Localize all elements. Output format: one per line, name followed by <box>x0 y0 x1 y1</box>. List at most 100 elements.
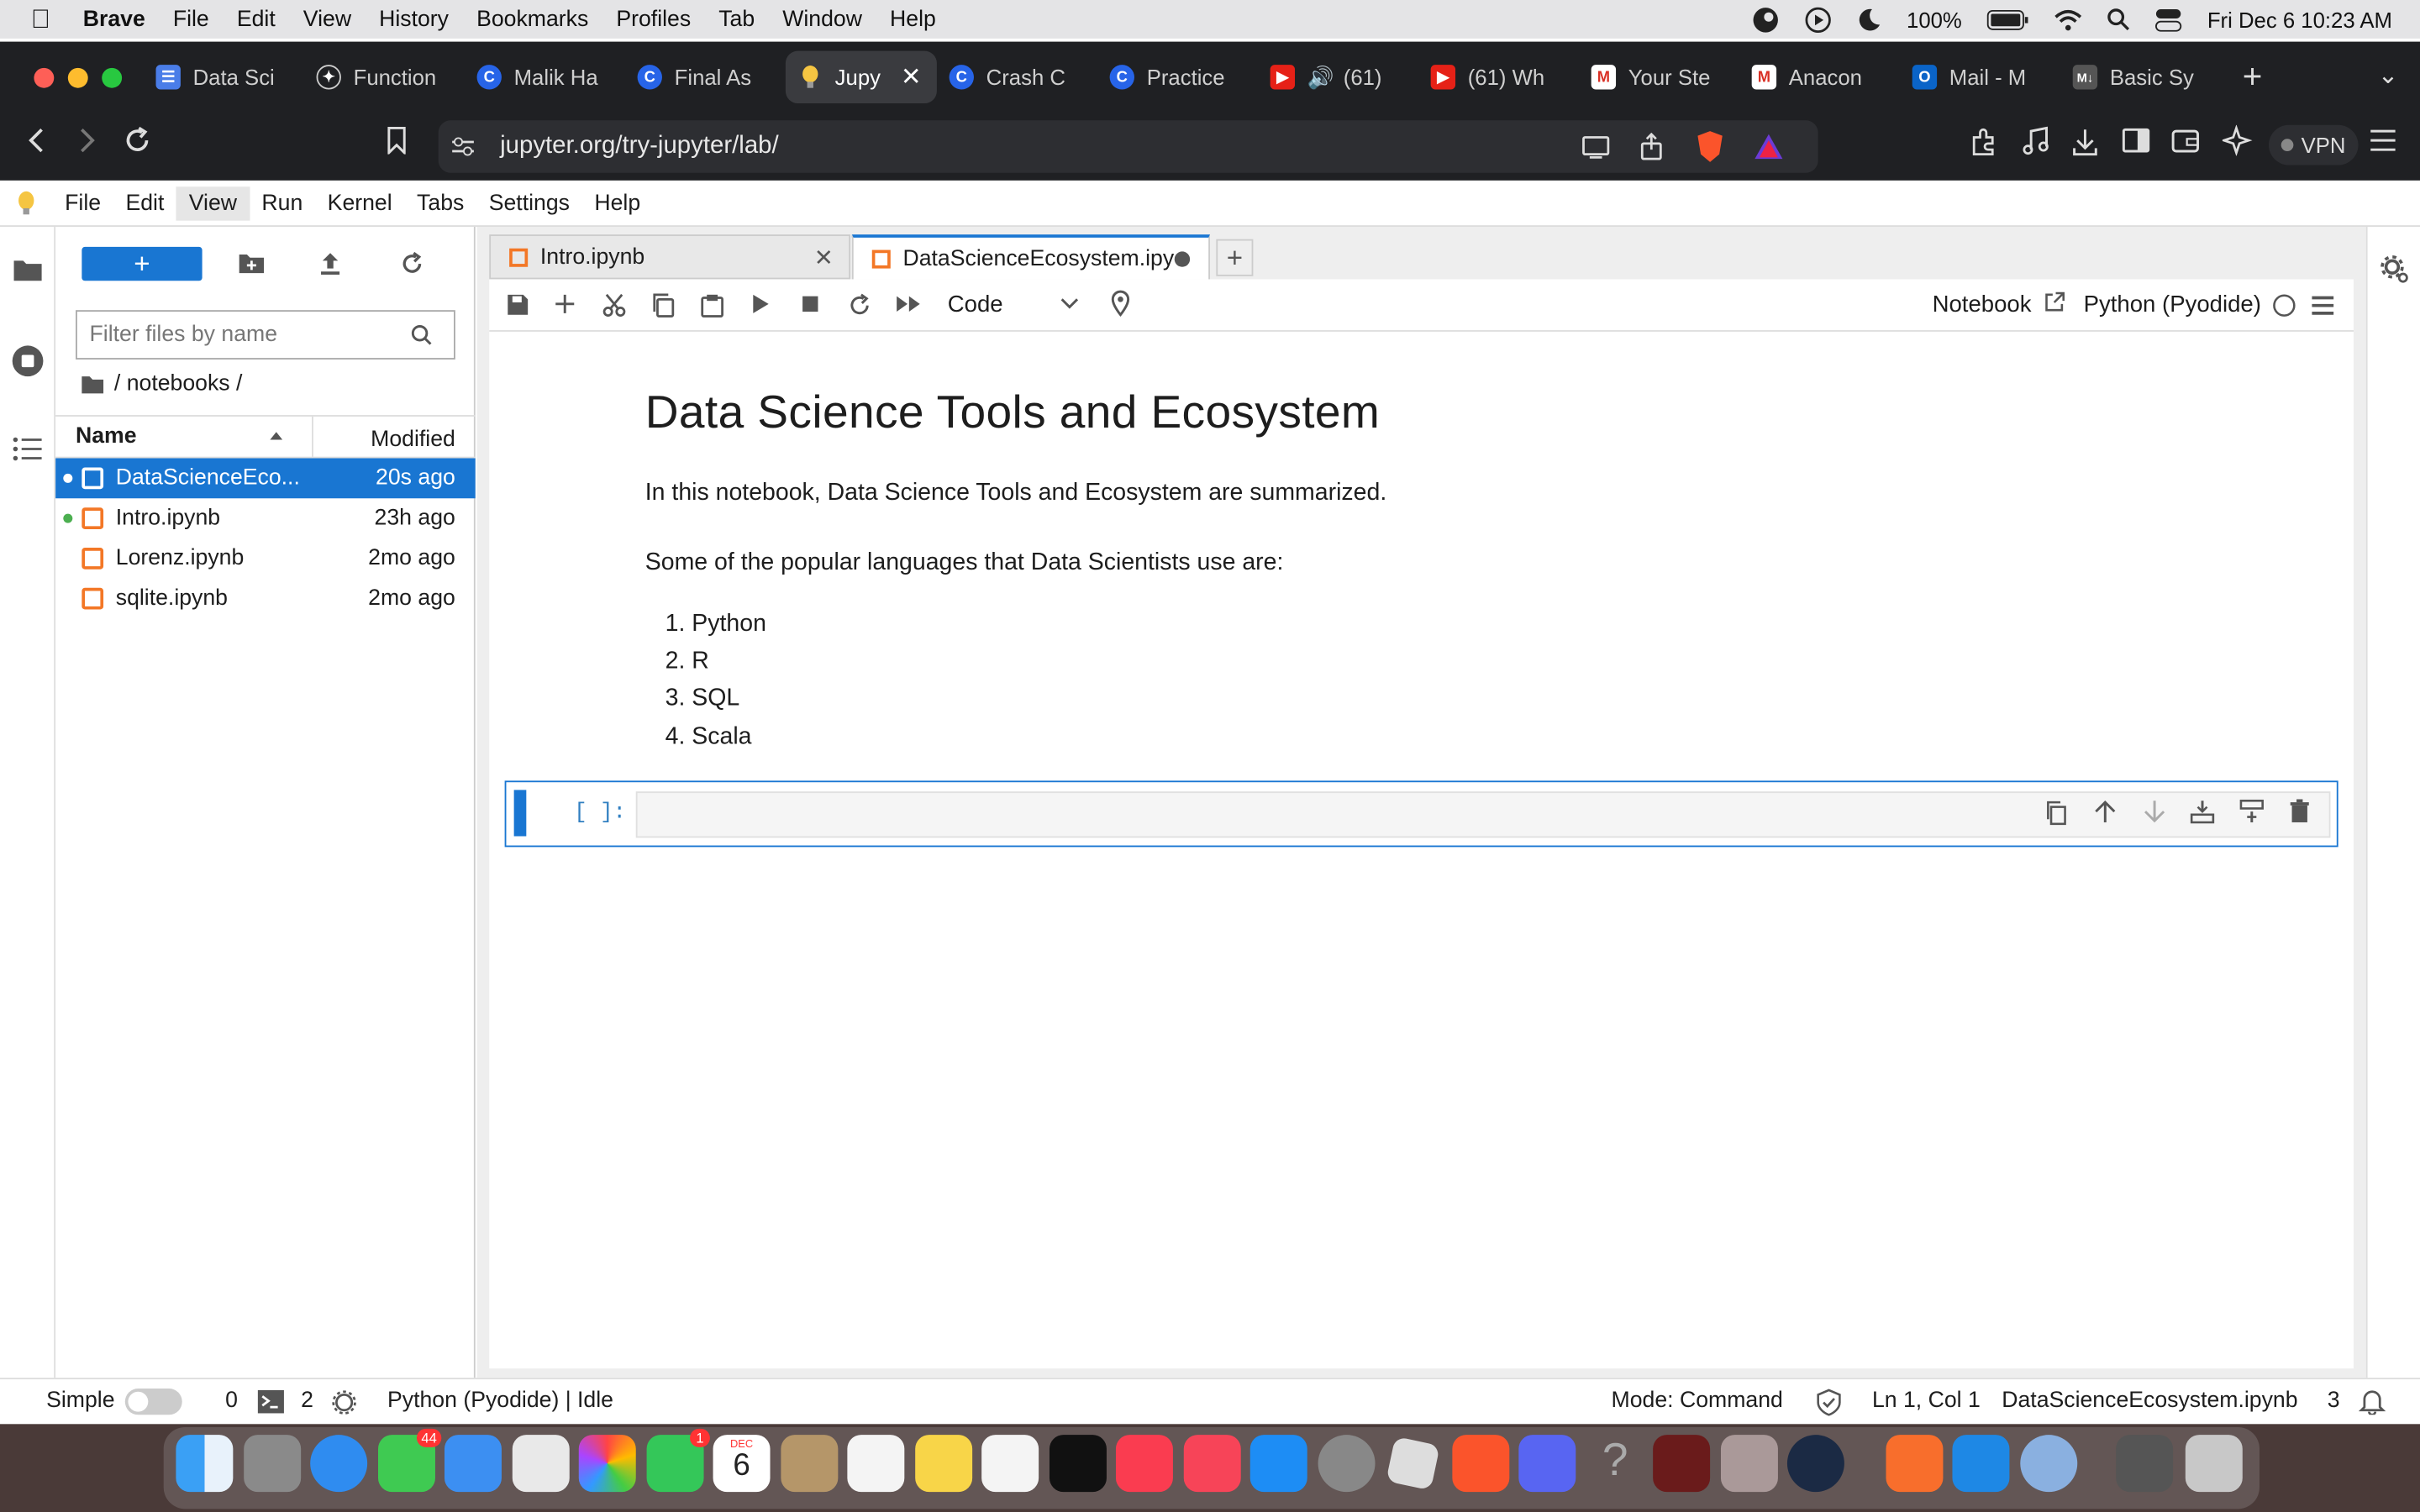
files-app-icon[interactable] <box>1886 1435 1944 1493</box>
jmenu-run[interactable]: Run <box>250 186 315 219</box>
menu-profiles[interactable]: Profiles <box>602 7 705 31</box>
simple-mode-toggle[interactable] <box>124 1389 182 1415</box>
open-in-notebook-label[interactable]: Notebook <box>1933 291 2032 318</box>
back-icon[interactable] <box>24 127 49 155</box>
reload-icon[interactable] <box>122 125 153 156</box>
wallet-icon[interactable] <box>2171 127 2199 155</box>
url-text[interactable]: jupyter.org/try-jupyter/lab/ <box>500 133 779 160</box>
browser-tab[interactable]: M Your Ste <box>1579 51 1739 103</box>
trash-icon[interactable] <box>2185 1435 2243 1493</box>
messages-icon[interactable]: 44 <box>378 1428 442 1493</box>
unknown-app-question-icon[interactable]: ? <box>1586 1435 1644 1492</box>
bell-icon[interactable] <box>2358 1387 2386 1415</box>
battery-icon[interactable] <box>1986 8 2029 30</box>
browser-tab[interactable]: M Anacon <box>1739 51 1900 103</box>
doc-tab-intro[interactable]: Intro.ipynb ✕ <box>489 234 851 280</box>
insert-above-icon[interactable] <box>2190 799 2215 824</box>
extensions-icon[interactable] <box>1970 127 2001 158</box>
column-modified-header[interactable]: Modified <box>371 428 455 452</box>
jmenu-tabs[interactable]: Tabs <box>404 186 476 219</box>
file-row[interactable]: Lorenz.ipynb 2mo ago <box>55 538 476 579</box>
browser-tab[interactable]: ✦ Function <box>304 51 465 103</box>
browser-tab[interactable]: ☰ Data Sci <box>144 51 304 103</box>
brave-browser-icon[interactable] <box>1452 1435 1510 1493</box>
stop-icon[interactable] <box>801 293 819 315</box>
zoom-window-button[interactable] <box>102 66 123 87</box>
system-settings-icon[interactable] <box>1318 1435 1376 1493</box>
folder-icon[interactable] <box>81 374 105 394</box>
running-kernels-icon[interactable] <box>0 344 55 378</box>
pin-icon[interactable] <box>1110 290 1132 318</box>
insert-cell-icon[interactable] <box>554 293 576 315</box>
restart-icon[interactable] <box>847 293 871 318</box>
close-window-button[interactable] <box>34 66 55 87</box>
share-icon[interactable] <box>1639 132 1664 160</box>
browser-tab[interactable]: M↓ Basic Sy <box>2060 51 2221 103</box>
game-app-icon[interactable] <box>1653 1435 1711 1493</box>
filter-files-input[interactable] <box>89 322 398 348</box>
steam-tray-icon[interactable] <box>1752 5 1780 33</box>
freeform-icon[interactable] <box>981 1435 1039 1493</box>
code-cell[interactable]: [ ]: <box>504 780 2338 848</box>
jmenu-settings[interactable]: Settings <box>476 186 582 219</box>
calendar-icon[interactable]: DEC 6 <box>713 1435 771 1493</box>
downloads-stack-icon[interactable] <box>2116 1435 2174 1493</box>
facetime-icon[interactable]: 1 <box>646 1428 710 1493</box>
app-store-icon[interactable] <box>1249 1435 1307 1493</box>
delete-cell-icon[interactable] <box>2289 799 2311 823</box>
photos-icon[interactable] <box>578 1435 636 1493</box>
launchpad-icon[interactable] <box>244 1435 302 1493</box>
bookmark-icon[interactable] <box>386 126 408 155</box>
table-of-contents-icon[interactable] <box>0 437 55 461</box>
hamburger-menu-icon[interactable] <box>2369 128 2396 152</box>
minimize-window-button[interactable] <box>67 66 88 87</box>
menu-bookmarks[interactable]: Bookmarks <box>463 7 602 31</box>
mail-icon[interactable] <box>444 1435 502 1493</box>
trusted-shield-icon[interactable] <box>1817 1389 1841 1416</box>
menu-tab[interactable]: Tab <box>705 7 769 31</box>
doc-tab-datascience[interactable]: DataScienceEcosystem.ipy <box>851 234 1210 280</box>
jmenu-edit[interactable]: Edit <box>113 186 176 219</box>
refresh-icon[interactable] <box>400 251 424 276</box>
music-app-icon[interactable] <box>1115 1435 1173 1493</box>
move-up-icon[interactable] <box>2093 799 2118 823</box>
property-inspector-gear-icon[interactable] <box>2380 255 2411 286</box>
new-launcher-button[interactable]: + <box>82 246 203 281</box>
browser-tab[interactable]: ▶ (61) Wh <box>1418 51 1579 103</box>
jmenu-view[interactable]: View <box>176 186 250 220</box>
folder-icon[interactable] <box>0 258 55 282</box>
close-tab-icon[interactable]: ✕ <box>901 61 922 92</box>
copy-icon[interactable] <box>651 293 675 318</box>
reminders-icon[interactable] <box>847 1435 905 1493</box>
browser-tab[interactable]: C Crash C <box>937 51 1097 103</box>
roblox-icon[interactable] <box>1386 1436 1440 1491</box>
paste-icon[interactable] <box>701 293 724 318</box>
new-folder-icon[interactable] <box>238 253 266 275</box>
control-center-icon[interactable] <box>2154 7 2182 31</box>
new-tab-icon[interactable]: + <box>2243 57 2263 97</box>
filter-files-box[interactable] <box>76 310 455 360</box>
safari-icon[interactable] <box>310 1435 368 1493</box>
unsaved-dot-icon[interactable] <box>1174 250 1191 266</box>
contacts-icon[interactable] <box>781 1435 839 1493</box>
cell-collapser[interactable] <box>513 790 527 837</box>
menu-edit[interactable]: Edit <box>223 7 289 31</box>
discord-icon[interactable] <box>1518 1435 1576 1493</box>
spotlight-icon[interactable] <box>2107 8 2130 31</box>
menu-view[interactable]: View <box>289 7 365 31</box>
breadcrumb-path[interactable]: / notebooks / <box>114 372 243 396</box>
terminal-count[interactable]: 2 <box>301 1389 313 1413</box>
menu-app-name[interactable]: Brave <box>69 7 159 31</box>
terminal-icon[interactable] <box>257 1389 284 1414</box>
add-tab-icon[interactable]: + <box>1216 239 1254 276</box>
menu-history[interactable]: History <box>366 7 463 31</box>
apple-tv-icon[interactable] <box>1049 1435 1107 1493</box>
steam-app-icon[interactable] <box>1786 1435 1844 1493</box>
vpn-button[interactable]: VPN <box>2269 124 2359 165</box>
close-tab-icon[interactable]: ✕ <box>814 243 834 270</box>
insert-below-icon[interactable] <box>2239 799 2264 823</box>
save-icon[interactable] <box>506 293 529 317</box>
browser-tab[interactable]: C Malik Ha <box>465 51 625 103</box>
duplicate-cell-icon[interactable] <box>2045 801 2067 826</box>
jmenu-file[interactable]: File <box>52 186 113 219</box>
